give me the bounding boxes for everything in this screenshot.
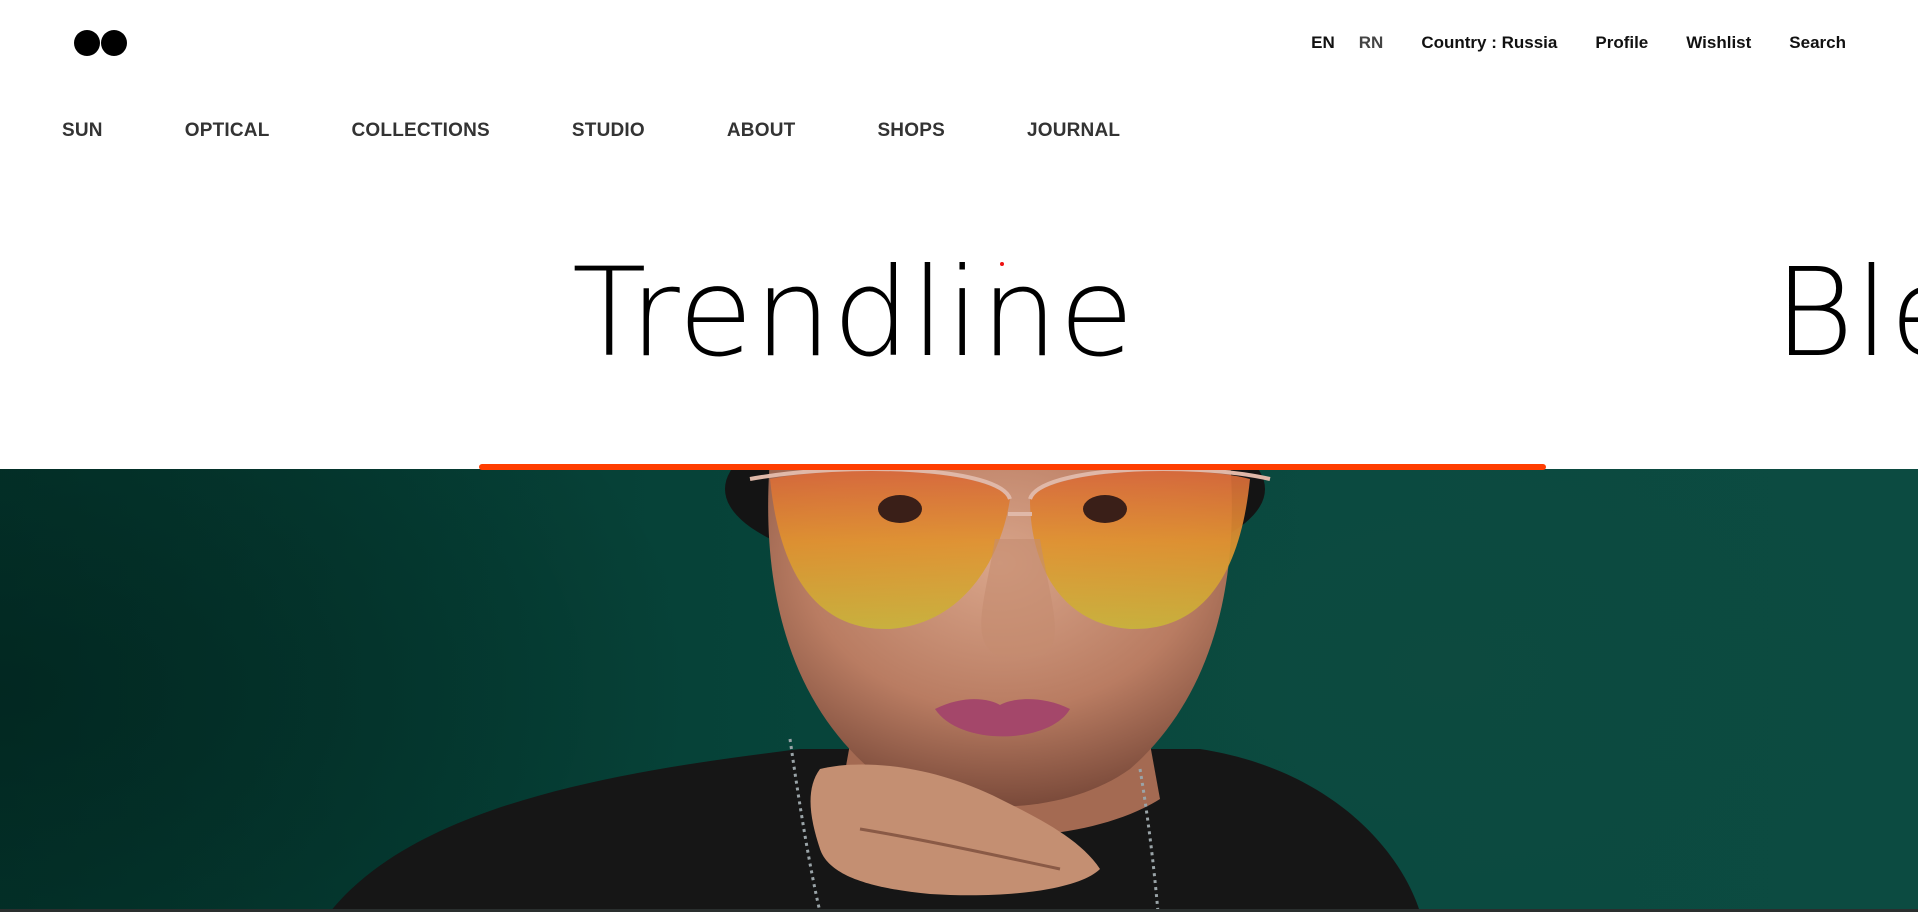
nav-item-optical[interactable]: OPTICAL <box>185 120 270 142</box>
hero-portrait-illustration <box>0 469 1420 912</box>
logo[interactable] <box>74 30 128 58</box>
search-link[interactable]: Search <box>1789 33 1846 53</box>
page: EN RN Country : Russia Profile Wishlist … <box>0 0 1918 912</box>
wishlist-link[interactable]: Wishlist <box>1686 33 1751 53</box>
nav-item-studio[interactable]: STUDIO <box>572 120 645 142</box>
nav-item-about[interactable]: ABOUT <box>727 120 796 142</box>
profile-link[interactable]: Profile <box>1595 33 1648 53</box>
nav-item-sun[interactable]: SUN <box>62 120 103 142</box>
nav-item-journal[interactable]: JOURNAL <box>1027 120 1120 142</box>
slide-title-next[interactable]: Ble <box>1774 252 1918 374</box>
cursor-dot <box>1000 262 1004 266</box>
slide-title-active[interactable]: Trendline <box>572 252 1135 374</box>
hero-image <box>0 469 1918 912</box>
main-nav: SUN OPTICAL COLLECTIONS STUDIO ABOUT SHO… <box>62 120 1120 142</box>
nav-item-shops[interactable]: SHOPS <box>877 120 945 142</box>
nav-item-collections[interactable]: COLLECTIONS <box>352 120 490 142</box>
language-rn[interactable]: RN <box>1359 33 1384 53</box>
utility-bar: EN RN Country : Russia Profile Wishlist … <box>1311 33 1846 53</box>
language-en[interactable]: EN <box>1311 33 1335 53</box>
active-slide-indicator <box>479 464 1546 470</box>
country-selector[interactable]: Country : Russia <box>1421 33 1557 53</box>
logo-left-circle-icon <box>74 30 100 56</box>
logo-right-circle-icon <box>101 30 127 56</box>
